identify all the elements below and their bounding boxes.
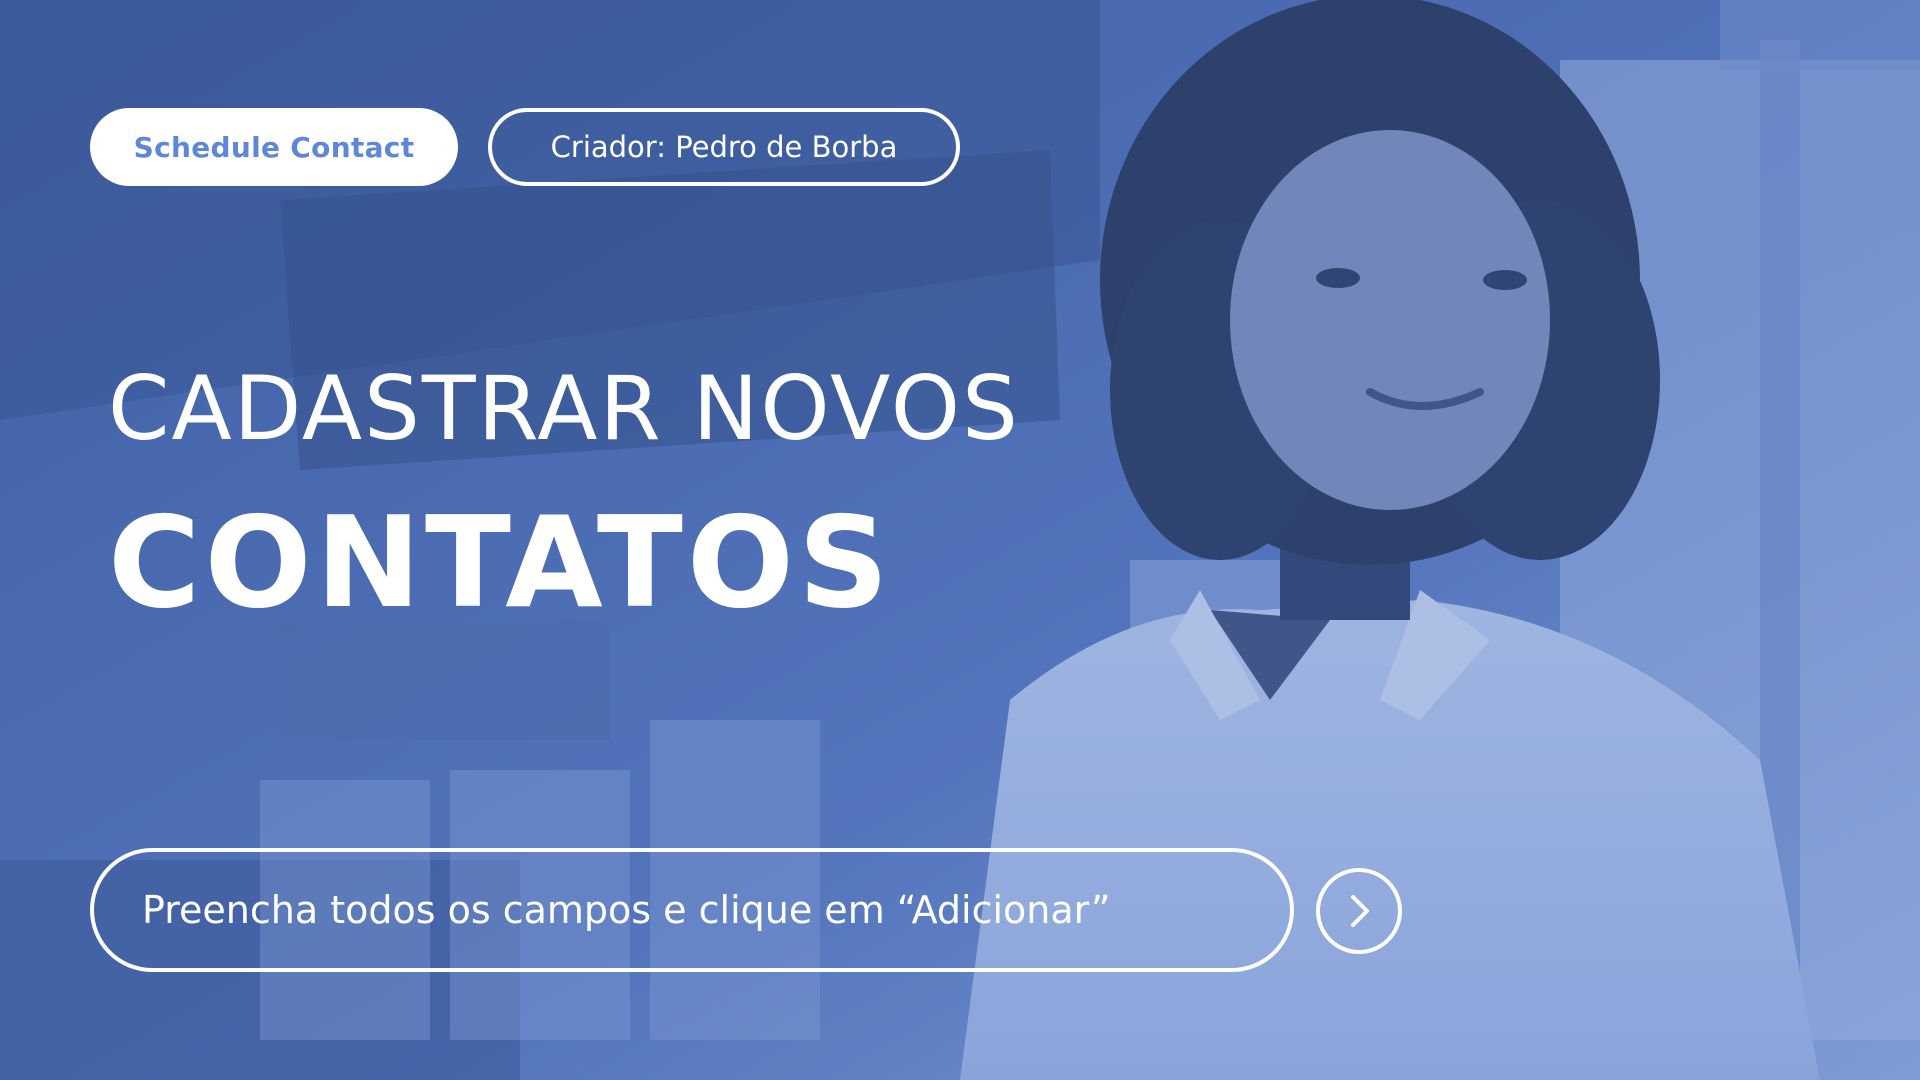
- hero-title-line2: CONTATOS: [108, 489, 893, 636]
- chevron-right-icon: [1351, 895, 1369, 927]
- instruction-banner: Preencha todos os campos e clique em “Ad…: [90, 848, 1294, 972]
- hero-title-line1: CADASTRAR NOVOS: [108, 357, 1020, 460]
- instruction-text: Preencha todos os campos e clique em “Ad…: [142, 888, 1111, 932]
- next-button[interactable]: [1316, 868, 1402, 954]
- schedule-contact-button[interactable]: Schedule Contact: [90, 108, 458, 186]
- creator-badge: Criador: Pedro de Borba: [488, 108, 960, 186]
